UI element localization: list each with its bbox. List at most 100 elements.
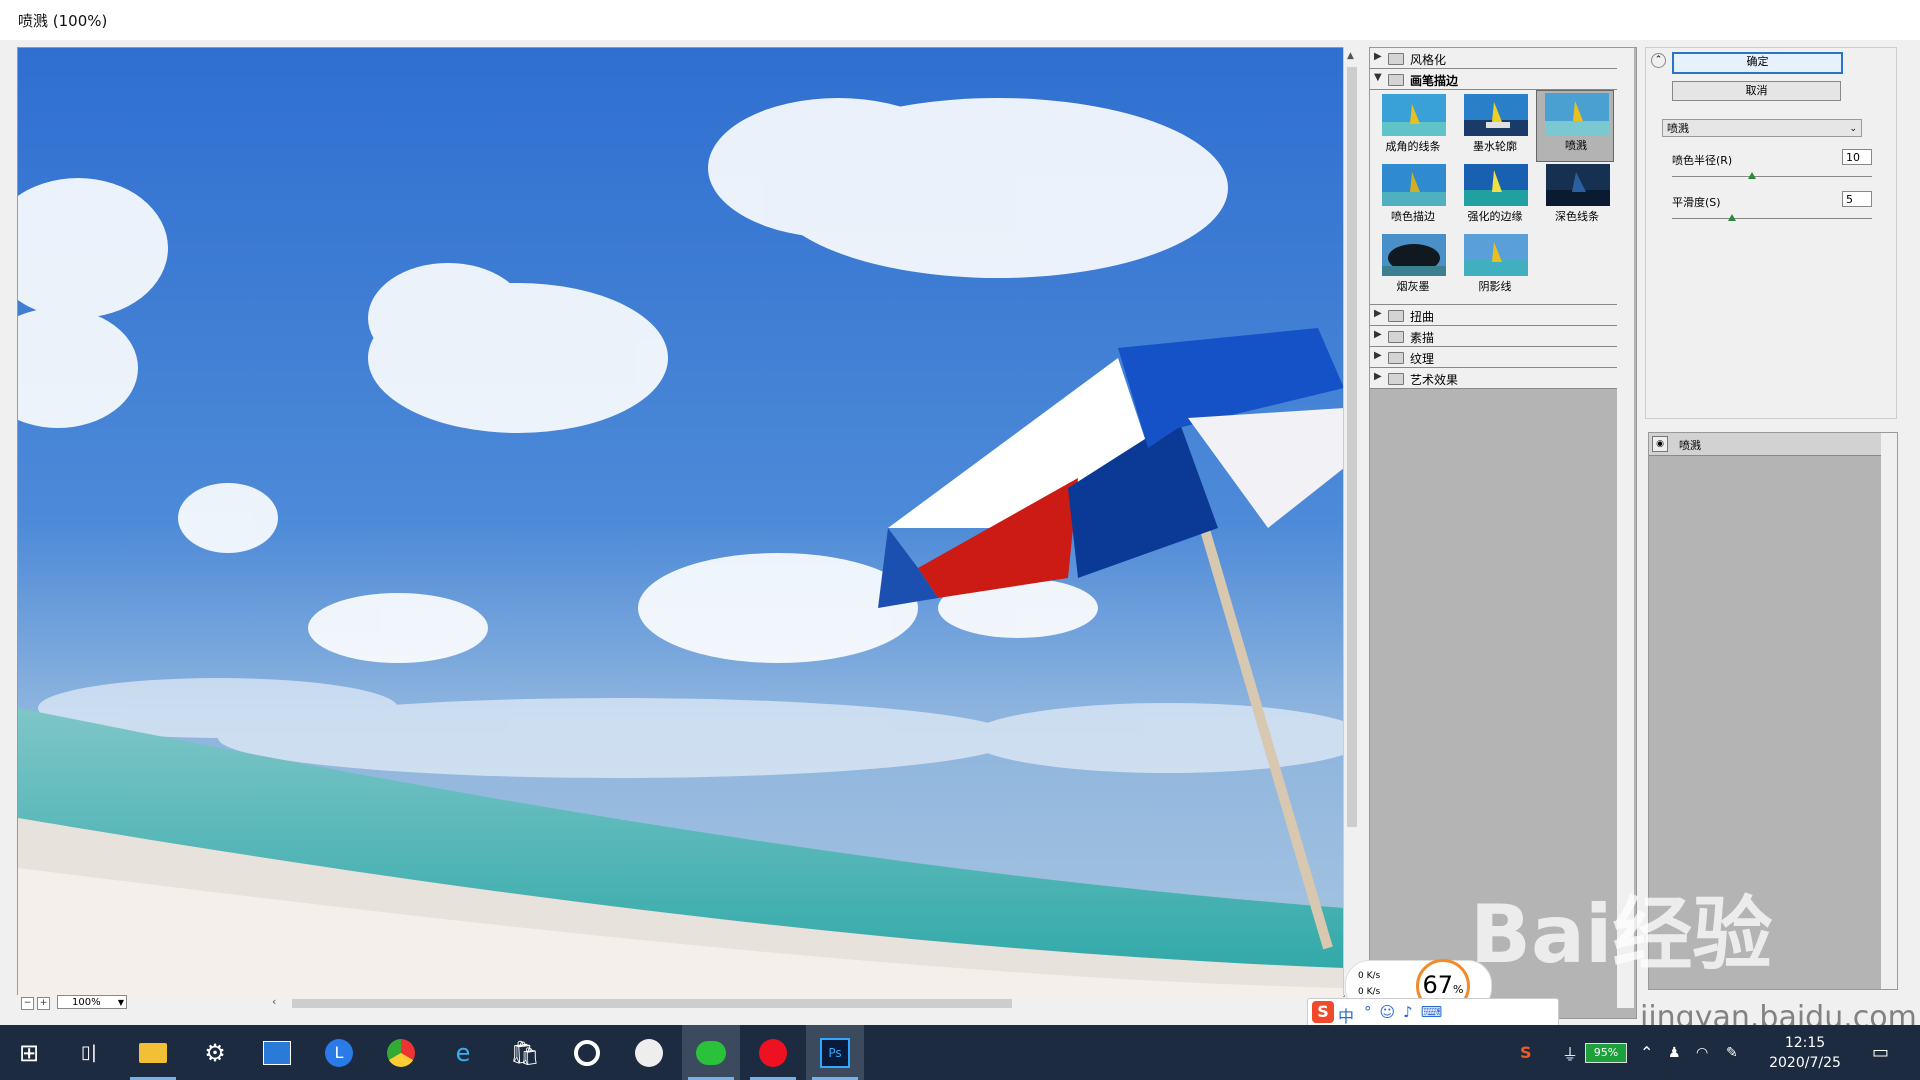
sogou-logo-icon[interactable]: S	[1312, 1001, 1334, 1023]
filter-preview-image	[1545, 93, 1609, 135]
eye-icon[interactable]: ◉	[1652, 436, 1668, 452]
filter-label: 烟灰墨	[1396, 280, 1430, 293]
ok-button[interactable]: 确定	[1672, 52, 1843, 74]
preview-vertical-scrollbar[interactable]: ▲	[1343, 47, 1360, 995]
smoothness-slider-knob[interactable]	[1728, 214, 1736, 221]
smoothness-input[interactable]: 5	[1842, 191, 1872, 207]
expand-triangle-icon: ▶	[1374, 350, 1382, 361]
effect-layer-row[interactable]: ◉ 喷溅	[1649, 433, 1897, 456]
smoothness-label: 平滑度(S)	[1672, 196, 1721, 209]
filter-thumb[interactable]: 墨水轮廓	[1456, 92, 1534, 160]
filter-label: 深色线条	[1555, 210, 1599, 223]
chevron-down-icon: ⌄	[1849, 124, 1857, 134]
cancel-button[interactable]: 取消	[1672, 81, 1841, 101]
layers-scrollbar[interactable]	[1881, 433, 1897, 989]
ime-language[interactable]: 中	[1338, 1003, 1354, 1027]
photos-app-icon[interactable]	[248, 1025, 306, 1080]
filter-thumb-selected[interactable]: 喷溅	[1536, 90, 1614, 162]
filter-preview-image	[1382, 94, 1446, 136]
store-bag-icon[interactable]: 🛍	[496, 1025, 554, 1080]
filter-preview-image	[1546, 164, 1610, 206]
task-view-icon[interactable]: ▯|	[60, 1025, 118, 1080]
chrome-icon[interactable]	[372, 1025, 430, 1080]
horizontal-scroll-thumb[interactable]	[292, 999, 1012, 1008]
spray-radius-slider-knob[interactable]	[1748, 172, 1756, 179]
filter-thumb[interactable]: 深色线条	[1538, 162, 1616, 230]
category-texture[interactable]: ▶ 纹理	[1370, 347, 1618, 368]
gallery-scrollbar[interactable]	[1617, 48, 1634, 1008]
folder-icon	[1388, 53, 1404, 65]
collapse-triangle-icon: ▼	[1374, 72, 1382, 83]
file-explorer-icon[interactable]	[124, 1025, 182, 1080]
effect-layer-name: 喷溅	[1679, 439, 1701, 452]
filter-thumb[interactable]: 强化的边缘	[1456, 162, 1534, 230]
category-label: 素描	[1410, 331, 1435, 345]
chevron-down-icon: ▼	[117, 998, 124, 1007]
category-label: 艺术效果	[1410, 373, 1459, 387]
filter-preview-image	[1464, 234, 1528, 276]
avatar-app-icon[interactable]	[620, 1025, 678, 1080]
zoom-in-button[interactable]: +	[37, 997, 50, 1010]
download-speed: 0 K/s	[1358, 987, 1381, 997]
spray-radius-slider[interactable]	[1672, 176, 1872, 177]
category-brush-strokes[interactable]: ▼ 画笔描边	[1370, 69, 1618, 90]
filter-label: 强化的边缘	[1467, 210, 1523, 223]
l-app-icon[interactable]: L	[310, 1025, 368, 1080]
start-windows-icon[interactable]: ⊞	[0, 1025, 58, 1080]
preview-canvas[interactable]	[17, 47, 1345, 997]
q-browser-icon[interactable]	[558, 1025, 616, 1080]
spray-radius-input[interactable]: 10	[1842, 149, 1872, 165]
filter-label: 喷色描边	[1391, 210, 1435, 223]
netease-music-icon[interactable]	[744, 1025, 802, 1080]
category-artistic[interactable]: ▶ 艺术效果	[1370, 368, 1618, 389]
category-sketch[interactable]: ▶ 素描	[1370, 326, 1618, 347]
zoom-select[interactable]: 100% ▼	[57, 995, 127, 1009]
battery-indicator[interactable]: 95%	[1585, 1043, 1627, 1063]
folder-icon	[1388, 331, 1404, 343]
upload-speed: 0 K/s	[1358, 971, 1381, 981]
sogou-tray-icon[interactable]: S	[1520, 1025, 1532, 1080]
photoshop-icon[interactable]: Ps	[806, 1025, 864, 1080]
expand-triangle-icon: ▶	[1374, 308, 1382, 319]
filter-thumb[interactable]: 烟灰墨	[1374, 232, 1452, 300]
app-tray-icon[interactable]: ♟	[1668, 1025, 1681, 1080]
smoothness-slider[interactable]	[1672, 218, 1872, 219]
chevron-up-icon[interactable]: ⌃	[1640, 1025, 1653, 1080]
preview-horizontal-scrollbar[interactable]: ‹	[252, 995, 1342, 1009]
scroll-up-arrow-icon[interactable]: ▲	[1347, 51, 1354, 61]
expand-triangle-icon: ▶	[1374, 51, 1382, 62]
filter-preview-image	[1464, 164, 1528, 206]
filter-thumb[interactable]: 阴影线	[1456, 232, 1534, 300]
category-stylize[interactable]: ▶ 风格化	[1370, 48, 1618, 69]
taskbar: ⊞ ▯| ⚙ L e 🛍 Ps S ⏚ 95% ⌃ ♟ ◠ ✎ 12:15 20…	[0, 1025, 1920, 1080]
category-distort[interactable]: ▶ 扭曲	[1370, 305, 1618, 326]
filter-select[interactable]: 喷溅 ⌄	[1662, 119, 1862, 137]
baidu-watermark: Bai经验	[1470, 888, 1773, 981]
wechat-icon[interactable]	[682, 1025, 740, 1080]
preview-image	[18, 48, 1344, 996]
power-plug-icon[interactable]: ⏚	[1562, 1025, 1578, 1080]
clock[interactable]: 12:15 2020/7/25	[1760, 1033, 1850, 1073]
pen-icon[interactable]: ✎	[1726, 1025, 1738, 1080]
filter-preview-image	[1382, 234, 1446, 276]
title-bar: 喷溅 (100%)	[0, 0, 1920, 41]
memory-percent: 67	[1422, 971, 1454, 999]
filter-preview-image	[1382, 164, 1446, 206]
wifi-icon[interactable]: ◠	[1696, 1025, 1708, 1080]
spray-radius-label: 喷色半径(R)	[1672, 154, 1733, 167]
expand-triangle-icon: ▶	[1374, 329, 1382, 340]
ime-tool-icons[interactable]: °☺♪⌨	[1364, 1003, 1450, 1021]
scroll-left-arrow-icon[interactable]: ‹	[272, 995, 276, 1008]
filter-label: 喷溅	[1565, 139, 1587, 152]
collapse-gallery-icon[interactable]: ⌃	[1651, 53, 1666, 68]
filter-thumb[interactable]: 成角的线条	[1374, 92, 1452, 160]
zoom-value: 100%	[72, 997, 101, 1008]
category-label: 画笔描边	[1410, 74, 1459, 88]
settings-gear-icon[interactable]: ⚙	[186, 1025, 244, 1080]
category-label: 风格化	[1410, 53, 1447, 67]
filter-thumb[interactable]: 喷色描边	[1374, 162, 1452, 230]
internet-explorer-icon[interactable]: e	[434, 1025, 492, 1080]
scroll-thumb[interactable]	[1347, 67, 1357, 827]
notification-icon[interactable]: ▭	[1872, 1025, 1889, 1080]
zoom-out-button[interactable]: −	[21, 997, 34, 1010]
